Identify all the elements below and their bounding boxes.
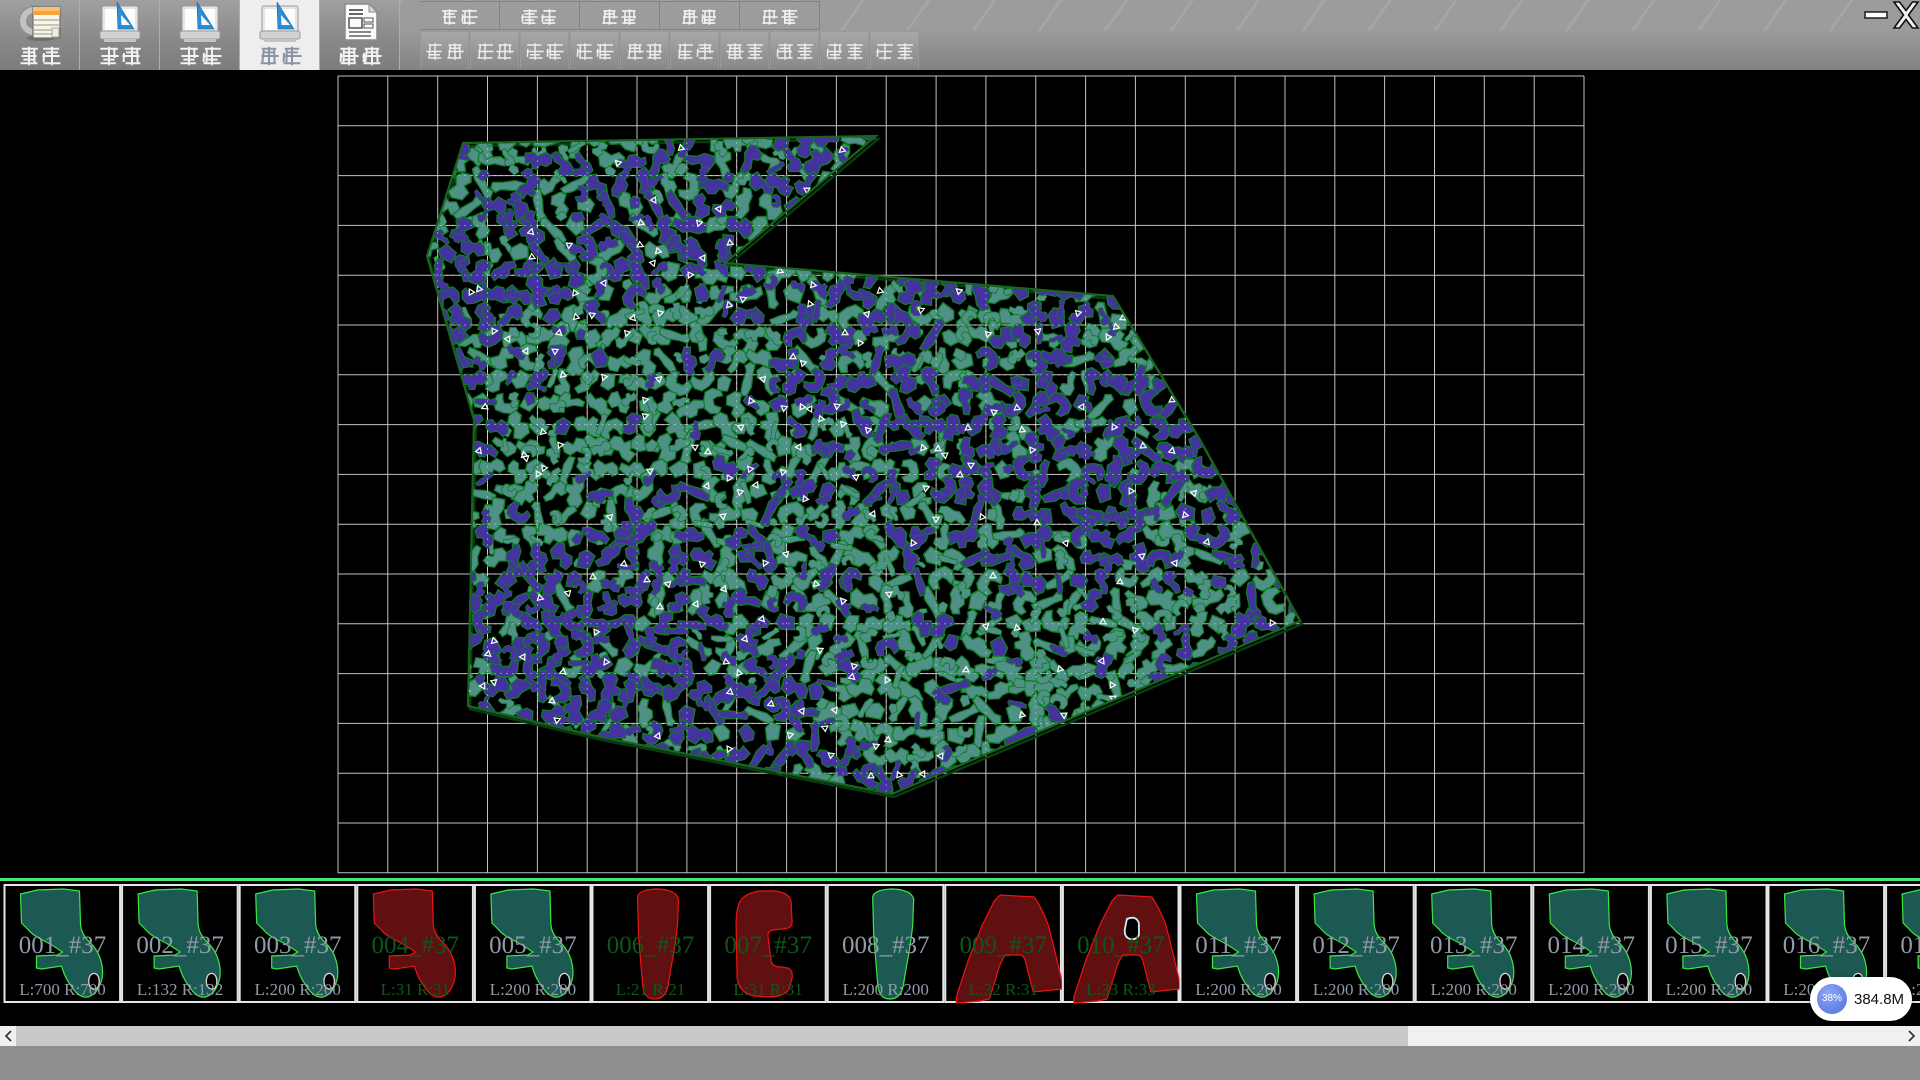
svg-text:L:200 R:200: L:200 R:200	[842, 980, 928, 999]
svg-text:008_#37: 008_#37	[842, 932, 930, 959]
svg-text:L:200 R:200: L:200 R:200	[1666, 980, 1752, 999]
svg-text:007_#37: 007_#37	[724, 932, 812, 959]
svg-text:009_#37: 009_#37	[960, 932, 1048, 959]
svg-text:L:200 R:200: L:200 R:200	[1313, 980, 1399, 999]
svg-text:L:32 R:31: L:32 R:31	[969, 980, 1038, 999]
svg-text:L:31 R:31: L:31 R:31	[381, 980, 450, 999]
svg-text:L:31 R:31: L:31 R:31	[733, 980, 802, 999]
svg-text:L:132 R:132: L:132 R:132	[137, 980, 223, 999]
svg-text:L:200 R:200: L:200 R:200	[254, 980, 340, 999]
svg-text:012_#37: 012_#37	[1312, 932, 1400, 959]
svg-text:002_#37: 002_#37	[136, 932, 224, 959]
svg-text:L:700 R:700: L:700 R:700	[19, 980, 105, 999]
svg-text:014_#37: 014_#37	[1548, 932, 1636, 959]
svg-text:001_#37: 001_#37	[19, 932, 107, 959]
svg-text:L:200 R:200: L:200 R:200	[1548, 980, 1634, 999]
svg-text:005_#37: 005_#37	[489, 932, 577, 959]
svg-text:L:200 R:200: L:200 R:200	[1430, 980, 1516, 999]
svg-text:006_#37: 006_#37	[607, 932, 695, 959]
svg-text:L:33 R:33: L:33 R:33	[1086, 980, 1155, 999]
svg-text:L:200 R:200: L:200 R:200	[490, 980, 576, 999]
svg-text:013_#37: 013_#37	[1430, 932, 1518, 959]
svg-text:004_#37: 004_#37	[372, 932, 460, 959]
svg-text:016_#37: 016_#37	[1783, 932, 1871, 959]
svg-text:015_#37: 015_#37	[1665, 932, 1753, 959]
svg-text:011_#37: 011_#37	[1195, 932, 1282, 959]
svg-text:L:21 R:21: L:21 R:21	[616, 980, 685, 999]
svg-text:017_#37: 017_#37	[1900, 932, 1920, 959]
svg-text:L:200 R:200: L:200 R:200	[1195, 980, 1281, 999]
svg-text:010_#37: 010_#37	[1077, 932, 1165, 959]
svg-text:003_#37: 003_#37	[254, 932, 342, 959]
